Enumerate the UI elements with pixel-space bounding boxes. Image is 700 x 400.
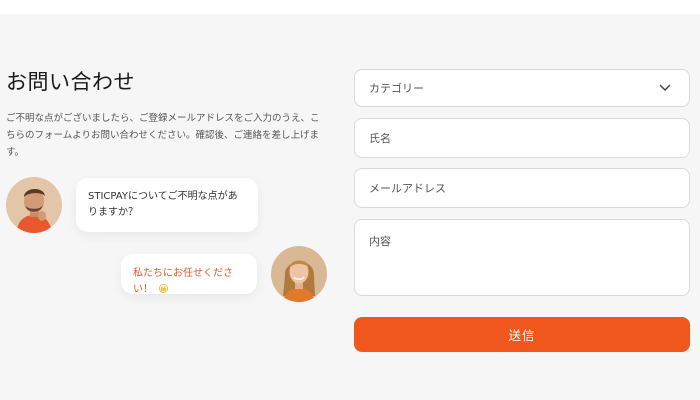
smile-emoji-icon: 😀 xyxy=(158,284,169,295)
email-placeholder: メールアドレス xyxy=(369,182,446,195)
support-avatar-male xyxy=(6,177,62,233)
submit-button[interactable]: 送信 xyxy=(354,317,690,352)
chat-bubble-question: STICPAYについてご不明な点がありますか？ xyxy=(76,178,258,232)
name-field[interactable]: 氏名 xyxy=(354,118,690,158)
support-avatar-female xyxy=(271,246,327,302)
chevron-down-icon xyxy=(659,84,671,92)
top-bar xyxy=(0,0,700,14)
chat-bubble-reply: 私たちにお任せください！ 😀 xyxy=(121,254,257,295)
email-field[interactable]: メールアドレス xyxy=(354,168,690,208)
chat-message-reply: 私たちにお任せください！ xyxy=(133,268,233,295)
content-placeholder: 内容 xyxy=(369,235,391,248)
name-placeholder: 氏名 xyxy=(369,132,391,145)
page-description: ご不明な点がございましたら、ご登録メールアドレスをご入力のうえ、こちらのフォーム… xyxy=(6,113,320,158)
chat-message-question: STICPAYについてご不明な点がありますか？ xyxy=(88,191,238,218)
submit-label: 送信 xyxy=(508,328,536,343)
content-textarea[interactable]: 内容 xyxy=(354,219,690,296)
category-select[interactable]: カテゴリー xyxy=(354,69,690,107)
page-title: お問い合わせ xyxy=(6,70,135,94)
category-placeholder: カテゴリー xyxy=(369,82,424,95)
